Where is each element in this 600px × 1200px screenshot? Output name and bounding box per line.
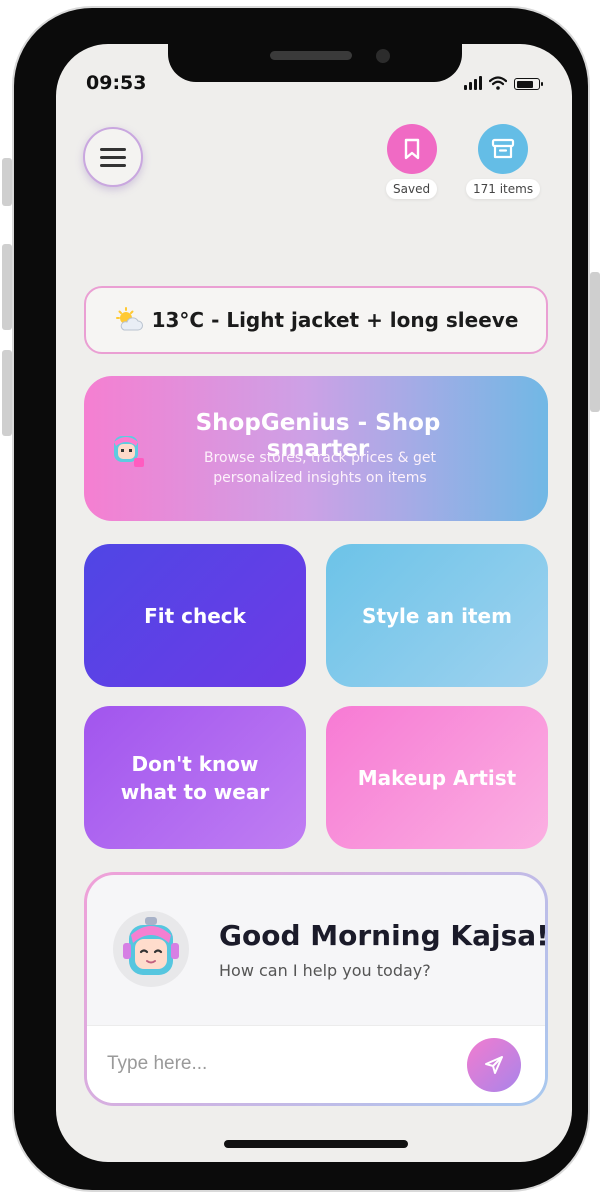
status-time: 09:53 (86, 72, 147, 94)
fit-check-tile[interactable]: Fit check (84, 544, 306, 687)
phone-frame: 09:53 Saved 171 items 13°C - Light jacke… (14, 8, 588, 1190)
assistant-avatar (113, 911, 189, 987)
send-button[interactable] (467, 1038, 521, 1092)
items-count-label: 171 items (466, 179, 541, 199)
archive-box-icon (478, 124, 529, 174)
saved-button[interactable]: Saved (386, 124, 438, 199)
shopgenius-subtitle: Browse stores, track prices & get person… (203, 450, 437, 486)
chat-input-row (87, 1025, 545, 1103)
partly-sunny-icon (115, 307, 143, 331)
makeup-artist-label: Makeup Artist (357, 765, 517, 790)
battery-icon (514, 78, 543, 90)
speaker-grille (270, 51, 352, 60)
wifi-icon (489, 76, 507, 90)
assistant-chat-card: Good Morning Kajsa! How can I help you t… (84, 872, 548, 1106)
shopgenius-card[interactable]: ShopGenius - Shop smarter Browse stores,… (84, 376, 548, 521)
signal-icon (464, 76, 482, 90)
menu-button[interactable] (83, 127, 143, 187)
dont-know-label: Don't know what to wear (120, 751, 270, 804)
help-prompt: How can I help you today? (219, 961, 431, 980)
chat-card-body: Good Morning Kajsa! How can I help you t… (87, 875, 545, 1103)
shopgenius-avatar-icon (114, 436, 144, 467)
fit-check-label: Fit check (144, 603, 246, 628)
status-icons (464, 74, 543, 90)
home-indicator[interactable] (224, 1140, 408, 1148)
notch (168, 44, 462, 82)
mute-switch (2, 158, 12, 206)
greeting-title: Good Morning Kajsa! (219, 919, 545, 952)
weather-banner[interactable]: 13°C - Light jacket + long sleeve (84, 286, 548, 354)
app-screen: 09:53 Saved 171 items 13°C - Light jacke… (56, 44, 572, 1162)
volume-up-button (2, 244, 12, 330)
saved-label: Saved (386, 179, 438, 199)
power-button (590, 272, 600, 412)
hamburger-icon-line (100, 163, 126, 167)
volume-down-button (2, 350, 12, 436)
style-item-tile[interactable]: Style an item (326, 544, 548, 687)
bookmark-icon (386, 124, 437, 174)
wardrobe-items-button[interactable]: 171 items (466, 124, 541, 199)
makeup-artist-tile[interactable]: Makeup Artist (326, 706, 548, 849)
chat-input[interactable] (107, 1044, 437, 1084)
hamburger-icon-line (100, 155, 126, 159)
front-camera (376, 49, 390, 63)
hamburger-icon-line (100, 147, 126, 151)
send-icon (485, 1056, 503, 1074)
dont-know-what-to-wear-tile[interactable]: Don't know what to wear (84, 706, 306, 849)
style-item-label: Style an item (362, 603, 512, 628)
weather-text: 13°C - Light jacket + long sleeve (151, 308, 519, 332)
